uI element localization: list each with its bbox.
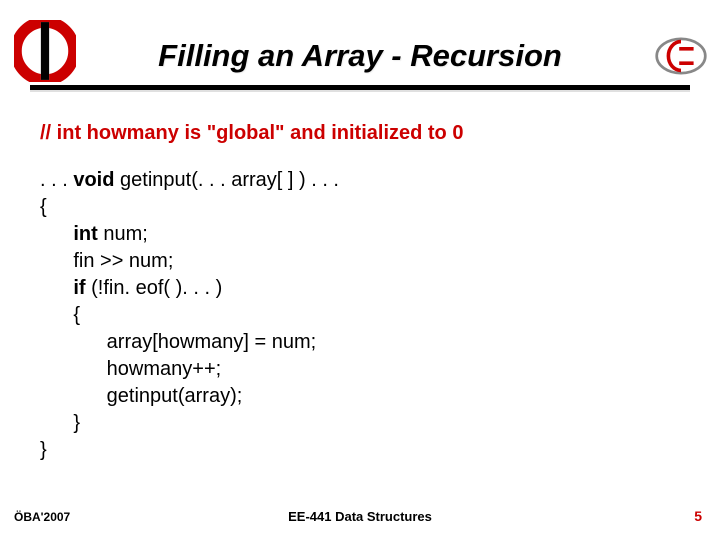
code-line-11: }: [40, 439, 47, 461]
code-line-9: getinput(array);: [40, 385, 242, 407]
code-line-6: {: [40, 304, 80, 326]
footer-page-number: 5: [694, 508, 702, 524]
code-line-2: {: [40, 196, 47, 218]
code-line-3: int num;: [40, 223, 148, 245]
title-underline-shadow: [30, 90, 690, 92]
code-line-5: if (!fin. eof( ). . . ): [40, 277, 222, 299]
course-logo-right: [654, 36, 708, 76]
code-line-8: howmany++;: [40, 358, 221, 380]
code-line-4: fin >> num;: [40, 250, 173, 272]
slide-body: // int howmany is "global" and initializ…: [40, 120, 680, 464]
code-line-10: }: [40, 412, 80, 434]
slide-title: Filling an Array - Recursion: [0, 38, 720, 74]
code-comment: // int howmany is "global" and initializ…: [40, 120, 680, 147]
code-line-7: array[howmany] = num;: [40, 331, 316, 353]
code-line-1: . . . void getinput(. . . array[ ] ) . .…: [40, 169, 339, 191]
slide-header: Filling an Array - Recursion: [0, 0, 720, 100]
code-block: . . . void getinput(. . . array[ ] ) . .…: [40, 167, 680, 464]
footer-course: EE-441 Data Structures: [0, 509, 720, 524]
